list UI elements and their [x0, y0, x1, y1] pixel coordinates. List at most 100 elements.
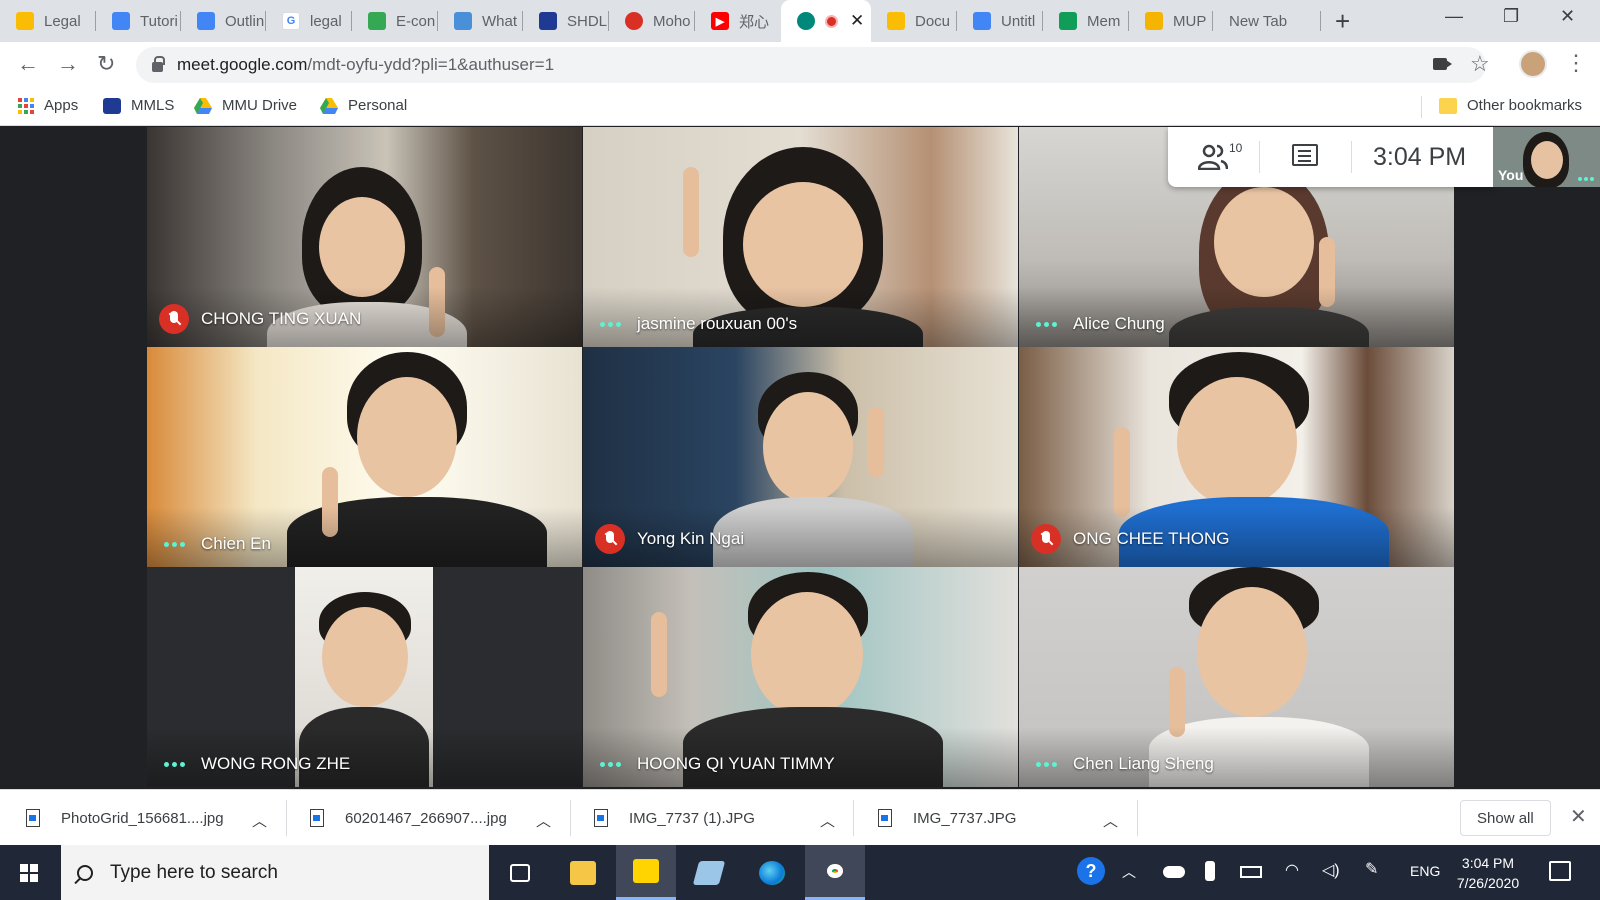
windows-start-icon[interactable] — [20, 864, 38, 882]
sticky-notes-icon[interactable] — [616, 845, 676, 900]
new-tab-button[interactable]: + — [1335, 6, 1350, 37]
chevron-up-icon[interactable]: ︿ — [1122, 862, 1136, 882]
tab-label: legal — [310, 12, 342, 30]
drive-icon — [16, 12, 34, 30]
battery-icon[interactable] — [1240, 866, 1262, 878]
participant-tile[interactable]: Chien En — [147, 347, 582, 567]
tab-outline[interactable]: Outlin — [181, 0, 266, 42]
bookmark-mmls[interactable]: MMLS — [103, 97, 174, 114]
person-face — [1177, 377, 1297, 507]
mic-off-icon — [159, 304, 189, 334]
tab-tutorial[interactable]: Tutori — [96, 0, 181, 42]
participant-tile[interactable]: jasmine rouxuan 00's — [583, 127, 1018, 347]
download-item[interactable]: PhotoGrid_156681....jpg — [26, 790, 224, 846]
chrome-menu-icon[interactable]: ⋮ — [1565, 50, 1587, 76]
tab-label: Tutori — [140, 12, 178, 30]
download-item[interactable]: 60201467_266907....jpg — [310, 790, 507, 846]
download-item[interactable]: IMG_7737 (1).JPG — [594, 790, 755, 846]
speaking-dots-icon — [1578, 177, 1594, 181]
tab-google-search[interactable]: Glegal — [266, 0, 352, 42]
drive-icon — [194, 97, 212, 114]
reload-icon[interactable]: ↻ — [97, 51, 115, 77]
language-indicator[interactable]: ENG — [1410, 863, 1440, 879]
participant-name: Alice Chung — [1073, 314, 1165, 333]
wifi-icon[interactable]: ◠ — [1285, 860, 1299, 880]
tab-new-tab[interactable]: New Tab — [1213, 0, 1321, 42]
bookmark-apps[interactable]: Apps — [18, 97, 78, 114]
profile-avatar[interactable] — [1519, 50, 1547, 78]
self-label: You — [1498, 167, 1524, 183]
participant-tile[interactable]: Yong Kin Ngai — [583, 347, 1018, 567]
people-icon[interactable] — [1198, 144, 1228, 170]
bookmarks-bar: Apps MMLS MMU Drive Personal Other bookm… — [0, 88, 1600, 126]
chevron-up-icon[interactable]: ︿ — [820, 810, 835, 831]
usb-icon[interactable] — [1205, 861, 1215, 881]
participant-namebar: CHONG TING XUAN — [159, 304, 361, 334]
tab-untitled[interactable]: Untitl — [957, 0, 1043, 42]
action-center-icon[interactable] — [1549, 861, 1571, 881]
chevron-up-icon[interactable]: ︿ — [252, 810, 267, 831]
tab-mup[interactable]: MUP — [1129, 0, 1213, 42]
tab-shdl[interactable]: SHDL — [523, 0, 609, 42]
bookmark-personal[interactable]: Personal — [320, 97, 407, 114]
tab-youtube[interactable]: ▶ 郑心 — [695, 0, 781, 42]
minimize-button[interactable]: — — [1445, 6, 1463, 27]
download-filename: IMG_7737.JPG — [913, 809, 1017, 827]
edge-icon[interactable] — [742, 845, 802, 900]
tab-what[interactable]: What — [438, 0, 523, 42]
participant-tile[interactable]: CHONG TING XUAN — [147, 127, 582, 347]
participant-namebar: HOONG QI YUAN TIMMY — [595, 754, 835, 774]
pen-icon[interactable]: ✎ — [1365, 859, 1378, 879]
tab-legal[interactable]: Legal — [0, 0, 96, 42]
onedrive-icon[interactable] — [1163, 866, 1185, 878]
mmu-icon — [539, 12, 557, 30]
participant-name: Chien En — [201, 534, 271, 553]
camera-permission-icon[interactable] — [1433, 58, 1452, 70]
taskbar-search[interactable]: Type here to search — [61, 845, 489, 900]
close-window-button[interactable]: ✕ — [1560, 6, 1575, 27]
edge-glyph — [759, 860, 785, 885]
bookmark-mmu-drive[interactable]: MMU Drive — [194, 97, 297, 114]
download-divider — [853, 800, 854, 836]
chevron-up-icon[interactable]: ︿ — [1103, 810, 1118, 831]
sticky-note-glyph — [633, 859, 659, 883]
tab-meet-active[interactable]: ✕ — [781, 0, 871, 42]
chat-icon[interactable] — [1292, 144, 1318, 166]
meet-icon — [797, 12, 815, 30]
file-explorer-icon[interactable] — [553, 845, 613, 900]
volume-icon[interactable]: ◁) — [1322, 860, 1340, 880]
participant-namebar: Yong Kin Ngai — [595, 524, 744, 554]
tab-moho[interactable]: Moho — [609, 0, 695, 42]
forward-icon[interactable]: → — [57, 51, 79, 77]
participant-tile[interactable]: ONG CHEE THONG — [1019, 347, 1454, 567]
person-face — [751, 592, 863, 717]
task-view-icon[interactable] — [490, 845, 550, 900]
participant-tile[interactable]: WONG RONG ZHE — [147, 567, 582, 787]
snip-tool-icon[interactable] — [679, 845, 739, 900]
download-filename: PhotoGrid_156681....jpg — [61, 809, 224, 827]
bookmark-star-icon[interactable]: ☆ — [1470, 51, 1490, 77]
back-icon[interactable]: ← — [17, 51, 39, 77]
tab-e-con[interactable]: E-con — [352, 0, 438, 42]
participant-name: CHONG TING XUAN — [201, 309, 362, 328]
docs-icon — [973, 12, 991, 30]
bookmark-divider — [1421, 96, 1422, 118]
address-bar[interactable]: meet.google.com/mdt-oyfu-ydd?pli=1&authu… — [136, 47, 1486, 83]
tab-docu[interactable]: Docu — [871, 0, 957, 42]
participant-tile[interactable]: Chen Liang Sheng — [1019, 567, 1454, 787]
self-view[interactable]: You — [1493, 127, 1600, 187]
chevron-up-icon[interactable]: ︿ — [536, 810, 551, 831]
show-all-button[interactable]: Show all — [1460, 800, 1551, 836]
raised-finger — [868, 407, 884, 477]
tab-label: Legal — [44, 12, 81, 30]
restore-button[interactable]: ❐ — [1503, 6, 1519, 27]
participant-tile[interactable]: HOONG QI YUAN TIMMY — [583, 567, 1018, 787]
tab-mem[interactable]: Mem — [1043, 0, 1129, 42]
system-clock[interactable]: 3:04 PM 7/26/2020 — [1440, 853, 1536, 893]
help-icon[interactable]: ? — [1077, 857, 1105, 885]
close-downloads-icon[interactable]: ✕ — [1570, 804, 1587, 829]
close-tab-icon[interactable]: ✕ — [850, 11, 864, 31]
chrome-icon[interactable] — [805, 845, 865, 900]
download-item[interactable]: IMG_7737.JPG — [878, 790, 1016, 846]
other-bookmarks[interactable]: Other bookmarks — [1439, 97, 1582, 114]
